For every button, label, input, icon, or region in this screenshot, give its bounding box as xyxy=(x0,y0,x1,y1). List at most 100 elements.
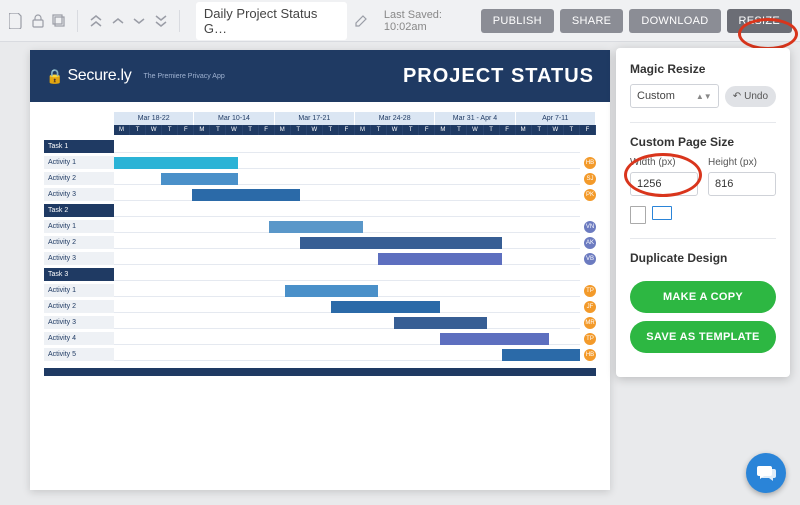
day-header: T xyxy=(162,125,178,135)
gantt-bar xyxy=(300,237,502,249)
gantt-bar xyxy=(378,253,502,265)
design-canvas[interactable]: 🔒 Secure.ly The Premiere Privacy App PRO… xyxy=(30,50,610,490)
file-icon[interactable] xyxy=(8,12,24,30)
day-header: T xyxy=(564,125,580,135)
share-button[interactable]: SHARE xyxy=(560,9,623,33)
chevron-down-icon[interactable] xyxy=(132,12,148,30)
week-header: Mar 24-28 xyxy=(355,112,435,125)
gantt-bar xyxy=(502,349,580,361)
gantt-activity-row: Activity 1HB xyxy=(44,155,596,170)
row-label: Task 2 xyxy=(44,204,114,217)
day-header: M xyxy=(435,125,451,135)
download-button[interactable]: DOWNLOAD xyxy=(629,9,720,33)
assignee-badge: AK xyxy=(584,237,596,249)
day-header: W xyxy=(467,125,483,135)
make-a-copy-button[interactable]: MAKE A COPY xyxy=(630,281,776,313)
day-header: W xyxy=(548,125,564,135)
row-track xyxy=(114,301,580,313)
day-header: T xyxy=(291,125,307,135)
day-header: M xyxy=(194,125,210,135)
gantt-task-row: Task 2 xyxy=(44,203,596,218)
week-header: Mar 31 - Apr 4 xyxy=(435,112,515,125)
brand-lock-icon: 🔒 xyxy=(46,68,63,85)
gantt-activity-row: Activity 1 VN xyxy=(44,219,596,234)
day-header: T xyxy=(210,125,226,135)
orientation-portrait-icon[interactable] xyxy=(630,206,646,224)
double-up-icon[interactable] xyxy=(88,12,104,30)
row-label: Task 3 xyxy=(44,268,114,281)
row-label: Activity 3 xyxy=(44,252,114,265)
gantt-task-row: Task 3 xyxy=(44,267,596,282)
height-input[interactable] xyxy=(708,172,776,196)
gantt-bar xyxy=(269,221,362,233)
width-input[interactable] xyxy=(630,172,698,196)
gantt-activity-row: Activity 2 AK xyxy=(44,235,596,250)
preset-value: Custom xyxy=(637,90,675,102)
day-header: F xyxy=(178,125,194,135)
gantt-activity-row: Activity 2 JF xyxy=(44,299,596,314)
double-down-icon[interactable] xyxy=(153,12,169,30)
undo-icon: ↶ xyxy=(733,91,741,102)
day-header: F xyxy=(339,125,355,135)
day-header: W xyxy=(226,125,242,135)
chat-fab[interactable] xyxy=(746,453,786,493)
panel-separator xyxy=(630,238,776,239)
row-track xyxy=(114,157,580,169)
resize-button[interactable]: RESIZE xyxy=(727,9,793,33)
undo-button[interactable]: ↶ Undo xyxy=(725,86,776,107)
separator xyxy=(77,10,78,32)
brand-name: Secure.ly xyxy=(67,67,131,85)
day-header: M xyxy=(275,125,291,135)
week-header: Mar 10-14 xyxy=(194,112,274,125)
save-as-template-button[interactable]: SAVE AS TEMPLATE xyxy=(630,321,776,353)
copy-icon[interactable] xyxy=(51,12,67,30)
assignee-badge: TP xyxy=(584,333,596,345)
row-track xyxy=(114,333,580,345)
day-header: T xyxy=(371,125,387,135)
panel-separator xyxy=(630,122,776,123)
magic-resize-heading: Magic Resize xyxy=(630,62,776,76)
week-header: Mar 17-21 xyxy=(275,112,355,125)
week-header: Apr 7-11 xyxy=(516,112,596,125)
gantt-bar xyxy=(114,157,238,169)
chevron-up-icon[interactable] xyxy=(110,12,126,30)
gantt-bar xyxy=(192,189,301,201)
row-label: Activity 1 xyxy=(44,156,114,169)
document-title-input[interactable]: Daily Project Status G… xyxy=(196,2,347,40)
gantt-bar xyxy=(331,301,440,313)
assignee-badge: MR xyxy=(584,317,596,329)
row-track xyxy=(114,269,580,281)
publish-button[interactable]: PUBLISH xyxy=(481,9,554,33)
edit-title-icon[interactable] xyxy=(353,12,370,30)
gantt-activity-row: Activity 4TP xyxy=(44,331,596,346)
assignee-badge: VB xyxy=(584,253,596,265)
undo-label: Undo xyxy=(744,91,768,102)
week-header: Mar 18-22 xyxy=(114,112,194,125)
row-label: Task 1 xyxy=(44,140,114,153)
canvas-title: PROJECT STATUS xyxy=(403,65,594,88)
assignee-badge: VN xyxy=(584,221,596,233)
row-label: Activity 1 xyxy=(44,220,114,233)
custom-size-heading: Custom Page Size xyxy=(630,135,776,149)
day-header: T xyxy=(484,125,500,135)
row-label: Activity 5 xyxy=(44,348,114,361)
day-header: F xyxy=(580,125,596,135)
row-track xyxy=(114,189,580,201)
day-header: M xyxy=(355,125,371,135)
assignee-badge: HB xyxy=(584,349,596,361)
gantt-bar xyxy=(285,285,378,297)
lock-icon[interactable] xyxy=(30,12,46,30)
day-header: F xyxy=(500,125,516,135)
gantt-activity-row: Activity 3PK xyxy=(44,187,596,202)
row-label: Activity 2 xyxy=(44,236,114,249)
day-header: T xyxy=(323,125,339,135)
last-saved-label: Last Saved: 10:02am xyxy=(384,9,475,33)
gantt-activity-row: Activity 3 VB xyxy=(44,251,596,266)
assignee-badge: SJ xyxy=(584,173,596,185)
row-label: Activity 2 xyxy=(44,300,114,313)
orientation-landscape-icon[interactable] xyxy=(652,206,672,220)
resize-preset-select[interactable]: Custom ▲▼ xyxy=(630,84,719,108)
gantt-bar xyxy=(161,173,239,185)
assignee-badge: JF xyxy=(584,301,596,313)
gantt-task-row: Task 1 xyxy=(44,139,596,154)
